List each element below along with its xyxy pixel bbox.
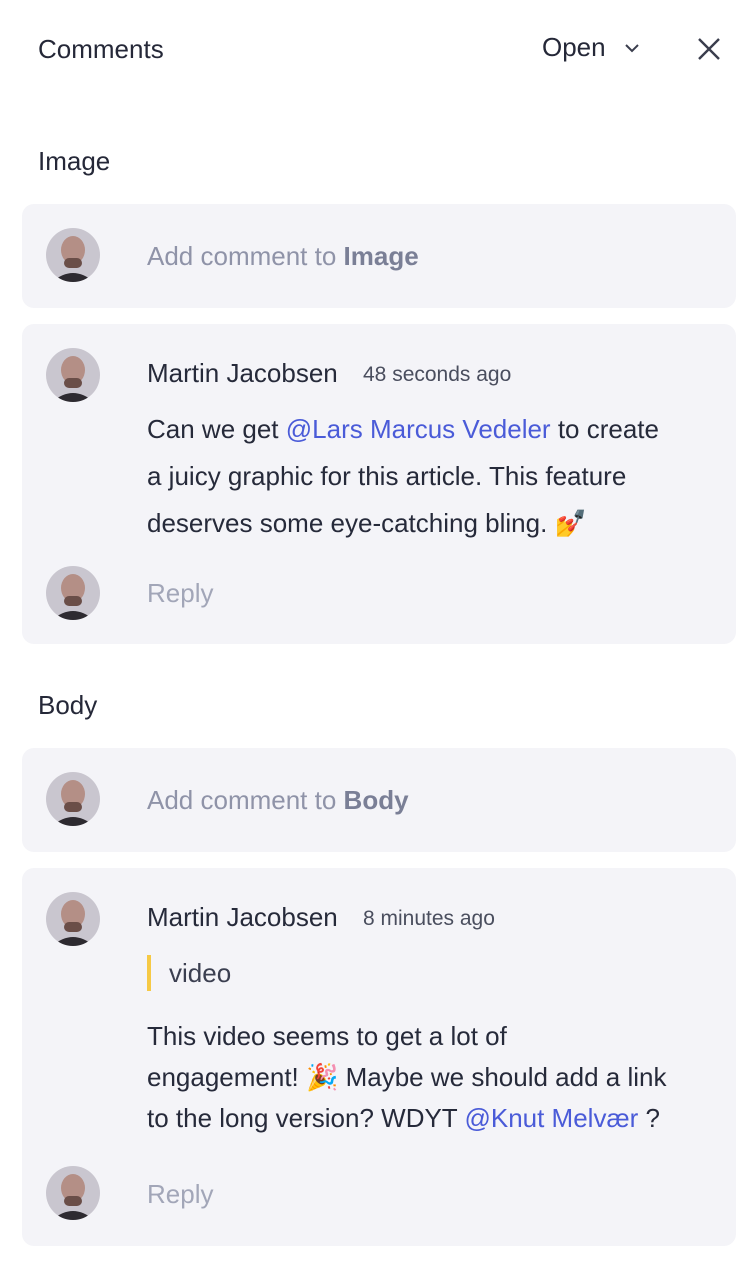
add-comment-target: Image [343,241,419,271]
add-comment-card-body[interactable]: Add comment to Body [22,748,736,852]
add-comment-card-image[interactable]: Add comment to Image [22,204,736,308]
avatar [46,772,100,826]
comment-body: Can we get @Lars Marcus Vedeler to creat… [147,406,659,547]
avatar [46,566,100,620]
comment-text: to create [550,414,659,444]
panel-title: Comments [38,34,164,64]
comment-thread-image: Martin Jacobsen 48 seconds ago Can we ge… [22,324,736,644]
comments-header: Comments Open [0,0,750,98]
avatar [46,348,100,402]
add-comment-prefix: Add comment to [147,241,344,271]
add-comment-target: Body [343,785,409,815]
add-comment-input-image[interactable]: Add comment to Image [147,241,419,272]
close-icon[interactable] [696,36,722,62]
reply-input[interactable]: Reply [147,578,213,609]
comment-timestamp: 48 seconds ago [363,363,512,386]
mention-link[interactable]: @Knut Melvær [464,1103,638,1133]
section-title-image: Image [38,146,111,176]
section-title-body: Body [38,690,98,720]
avatar [46,1166,100,1220]
comment-timestamp: 8 minutes ago [363,907,495,930]
comment-text: Can we get [147,414,286,444]
comment-body: This video seems to get a lot of engagem… [147,1016,666,1139]
add-comment-prefix: Add comment to [147,785,344,815]
avatar [46,228,100,282]
comment-text: ? [638,1103,660,1133]
comment-text: engagement! 🎉 Maybe we should add a link [147,1062,667,1092]
comment-text: to the long version? WDYT [147,1103,465,1133]
comment-author: Martin Jacobsen [147,902,338,932]
quoted-text: video [147,955,231,991]
status-filter-dropdown[interactable]: Open [542,32,640,63]
comment-text: This video seems to get a lot of [147,1021,507,1051]
comment-author: Martin Jacobsen [147,358,338,388]
mention-link[interactable]: @Lars Marcus Vedeler [286,414,551,444]
status-filter-label: Open [542,32,606,62]
chevron-down-icon [624,43,639,52]
comment-text: deserves some eye-catching bling. 💅 [147,508,587,538]
avatar [46,892,100,946]
comment-text: a juicy graphic for this article. This f… [147,461,627,491]
add-comment-input-body[interactable]: Add comment to Body [147,785,409,816]
reply-input[interactable]: Reply [147,1179,213,1210]
comment-thread-body: Martin Jacobsen 8 minutes ago video This… [22,868,736,1246]
